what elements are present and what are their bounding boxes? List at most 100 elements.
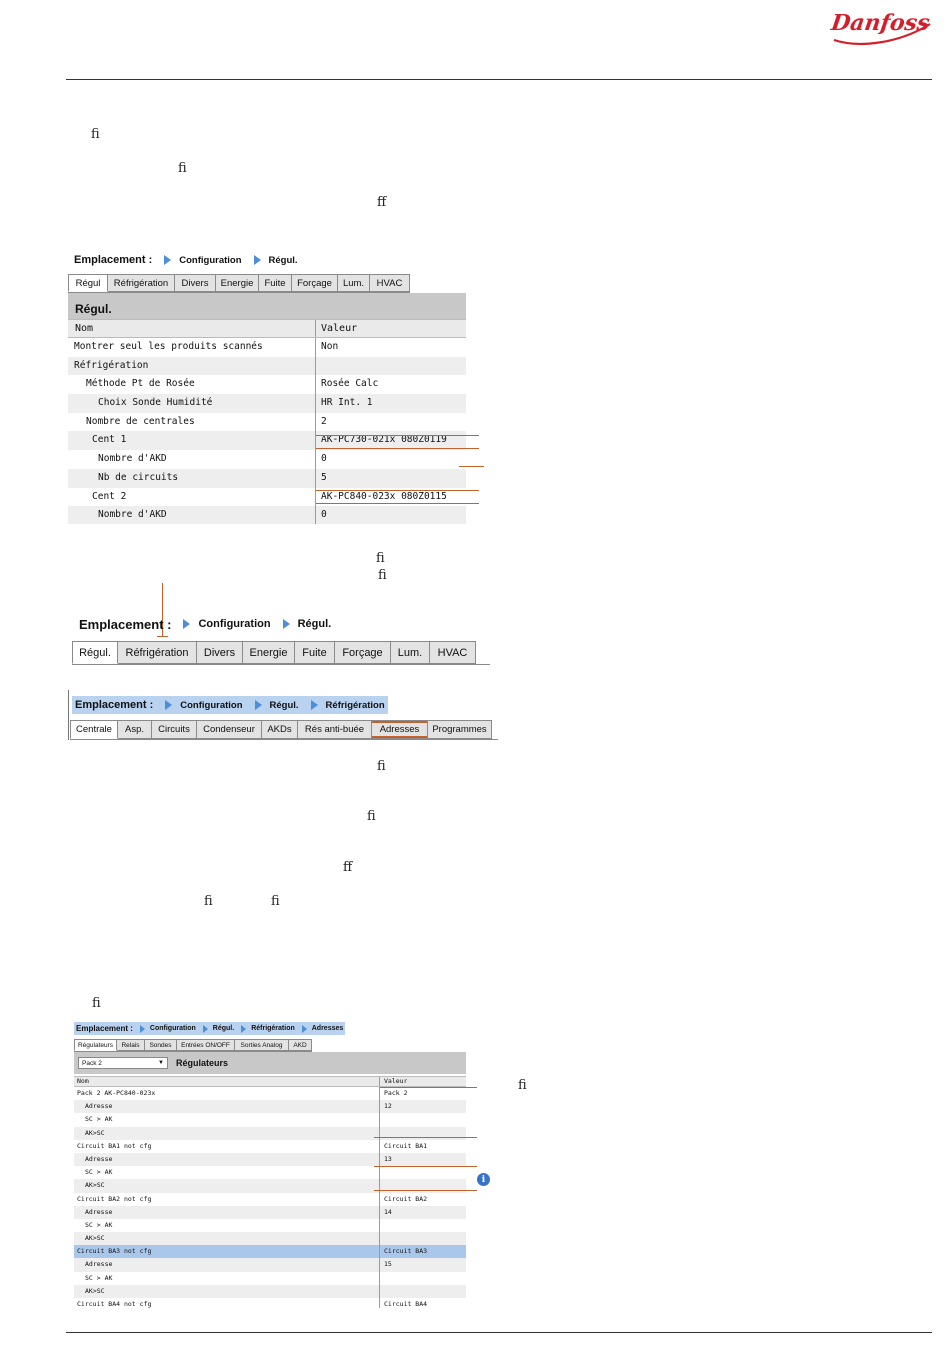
tab-hvac[interactable]: HVAC <box>370 274 410 292</box>
cell-value[interactable] <box>380 1219 384 1232</box>
regulateurs-panel: Pack 2 ▼ Régulateurs Nom Valeur Pack 2 A… <box>74 1052 466 1308</box>
tab-divers[interactable]: Divers <box>197 641 243 664</box>
tab-centrale[interactable]: Centrale <box>70 720 118 739</box>
cell-value[interactable]: 12 <box>380 1100 392 1113</box>
cell-name: Nombre de centrales <box>68 412 316 432</box>
tab-condenseur[interactable]: Condenseur <box>197 720 262 739</box>
cell-value[interactable]: Circuit BA4 <box>380 1298 427 1308</box>
cell-value[interactable]: Non <box>316 338 338 357</box>
table-row[interactable]: AK>SC <box>74 1232 466 1246</box>
breadcrumb-arrow-icon <box>301 1024 307 1033</box>
tab-refrigeration[interactable]: Réfrigération <box>108 274 175 292</box>
table-row[interactable]: SC > AK <box>74 1113 466 1127</box>
breadcrumb-item-configuration[interactable]: Configuration <box>150 1025 196 1032</box>
tab-regulateurs[interactable]: Régulateurs <box>74 1039 117 1051</box>
cell-value[interactable]: Pack 2 <box>380 1087 407 1100</box>
tab-akds[interactable]: AKDs <box>262 720 298 739</box>
breadcrumb-item-refrigeration[interactable]: Réfrigération <box>251 1025 295 1032</box>
table-row[interactable]: SC > AK <box>74 1271 466 1285</box>
table-row[interactable]: SC > AK <box>74 1166 466 1180</box>
table-row[interactable]: SC > AK <box>74 1218 466 1233</box>
table-row[interactable]: Circuit BA4 not cfg Circuit BA4 <box>74 1298 466 1308</box>
breadcrumb-item-configuration[interactable]: Configuration <box>180 700 242 711</box>
breadcrumb-item-regul[interactable]: Régul. <box>270 700 299 711</box>
tab-lum[interactable]: Lum. <box>338 274 370 292</box>
breadcrumb: Emplacement : Configuration Régul. Réfri… <box>72 696 388 714</box>
cell-value[interactable]: 13 <box>380 1153 392 1166</box>
breadcrumb-item-regul[interactable]: Régul. <box>298 618 332 630</box>
breadcrumb-item-configuration[interactable]: Configuration <box>198 618 270 630</box>
table-row[interactable]: Nombre d'AKD 0 <box>68 506 466 524</box>
cell-value[interactable] <box>380 1285 384 1298</box>
tab-divers[interactable]: Divers <box>175 274 216 292</box>
column-header-valeur: Valeur <box>321 323 358 334</box>
tab-regul[interactable]: Régul <box>68 274 108 292</box>
table-row[interactable]: Circuit BA3 not cfg Circuit BA3 <box>74 1245 466 1259</box>
cell-value[interactable]: 0 <box>316 450 327 469</box>
breadcrumb-item-refrigeration[interactable]: Réfrigération <box>326 700 385 711</box>
cell-value[interactable]: Circuit BA2 <box>380 1193 427 1206</box>
table-row[interactable]: AK>SC <box>74 1284 466 1298</box>
tab-fuite[interactable]: Fuite <box>259 274 292 292</box>
table-row[interactable]: Réfrigération <box>68 356 466 376</box>
table-row[interactable]: Montrer seul les produits scannés Non <box>68 338 466 357</box>
grid-header: Nom Valeur <box>68 319 466 338</box>
breadcrumb-item-regul[interactable]: Régul. <box>269 255 298 266</box>
tab-lum[interactable]: Lum. <box>391 641 430 664</box>
table-row[interactable]: Nb de circuits 5 <box>68 468 466 488</box>
tab-energie[interactable]: Energie <box>216 274 259 292</box>
cell-value[interactable] <box>380 1166 384 1179</box>
tab-sondes[interactable]: Sondes <box>145 1039 177 1051</box>
tab-hvac[interactable]: HVAC <box>430 641 476 664</box>
cell-value[interactable]: 2 <box>316 413 327 432</box>
tab-energie[interactable]: Energie <box>243 641 295 664</box>
tab-programmes[interactable]: Programmes <box>428 720 492 739</box>
cell-value[interactable] <box>380 1272 384 1285</box>
cell-value[interactable]: 15 <box>380 1258 392 1271</box>
cell-name: SC > AK <box>74 1113 380 1127</box>
tab-refrigeration[interactable]: Réfrigération <box>118 641 197 664</box>
tab-circuits[interactable]: Circuits <box>152 720 197 739</box>
table-row[interactable]: Adresse 15 <box>74 1258 466 1272</box>
tab-adresses[interactable]: Adresses <box>372 720 428 739</box>
breadcrumb-item-configuration[interactable]: Configuration <box>179 255 241 266</box>
cell-value[interactable] <box>316 357 321 376</box>
info-icon[interactable]: i <box>477 1173 490 1186</box>
cell-value[interactable]: Circuit BA1 <box>380 1140 427 1153</box>
tab-entrees-on-off[interactable]: Entrées ON/OFF <box>177 1039 235 1051</box>
table-row[interactable]: Circuit BA1 not cfg Circuit BA1 <box>74 1139 466 1153</box>
cell-value[interactable]: Circuit BA3 <box>380 1245 427 1258</box>
breadcrumb-item-regul[interactable]: Régul. <box>213 1025 234 1032</box>
tab-fuite[interactable]: Fuite <box>295 641 335 664</box>
tab-regul[interactable]: Régul. <box>72 641 118 664</box>
cell-value[interactable] <box>380 1113 384 1126</box>
table-row[interactable]: Adresse 12 <box>74 1100 466 1114</box>
cell-value[interactable]: 5 <box>316 469 327 488</box>
table-row[interactable]: Adresse 14 <box>74 1205 466 1219</box>
cell-value[interactable]: 14 <box>380 1206 392 1219</box>
cell-value[interactable]: HR Int. 1 <box>316 394 372 413</box>
cell-value[interactable]: Rosée Calc <box>316 375 378 394</box>
tab-akd[interactable]: AKD <box>289 1039 312 1051</box>
tab-forcage[interactable]: Forçage <box>335 641 391 664</box>
cell-name: Nombre d'AKD <box>68 506 316 524</box>
table-row[interactable]: Méthode Pt de Rosée Rosée Calc <box>68 375 466 395</box>
footer-rule <box>66 1332 932 1333</box>
pack-select[interactable]: Pack 2 ▼ <box>78 1057 168 1069</box>
table-row[interactable]: Nombre de centrales 2 <box>68 412 466 432</box>
tab-relais[interactable]: Relais <box>117 1039 145 1051</box>
tab-sorties-analog[interactable]: Sorties Analog <box>235 1039 289 1051</box>
table-row[interactable]: Choix Sonde Humidité HR Int. 1 <box>68 394 466 413</box>
cell-name: AK>SC <box>74 1126 380 1140</box>
tab-forcage[interactable]: Forçage <box>292 274 338 292</box>
table-row[interactable]: Nombre d'AKD 0 <box>68 450 466 469</box>
table-row[interactable]: Circuit BA2 not cfg Circuit BA2 <box>74 1192 466 1206</box>
breadcrumb-item-adresses[interactable]: Adresses <box>312 1025 344 1032</box>
tab-asp[interactable]: Asp. <box>118 720 152 739</box>
cell-value[interactable] <box>380 1232 384 1245</box>
table-row[interactable]: Adresse 13 <box>74 1152 466 1167</box>
table-row[interactable]: Pack 2 AK-PC840-023x Pack 2 <box>74 1087 466 1101</box>
tab-res-anti-buee[interactable]: Rés anti-buée <box>298 720 372 739</box>
annotation-line <box>374 1166 477 1167</box>
cell-value[interactable]: 0 <box>316 506 327 524</box>
